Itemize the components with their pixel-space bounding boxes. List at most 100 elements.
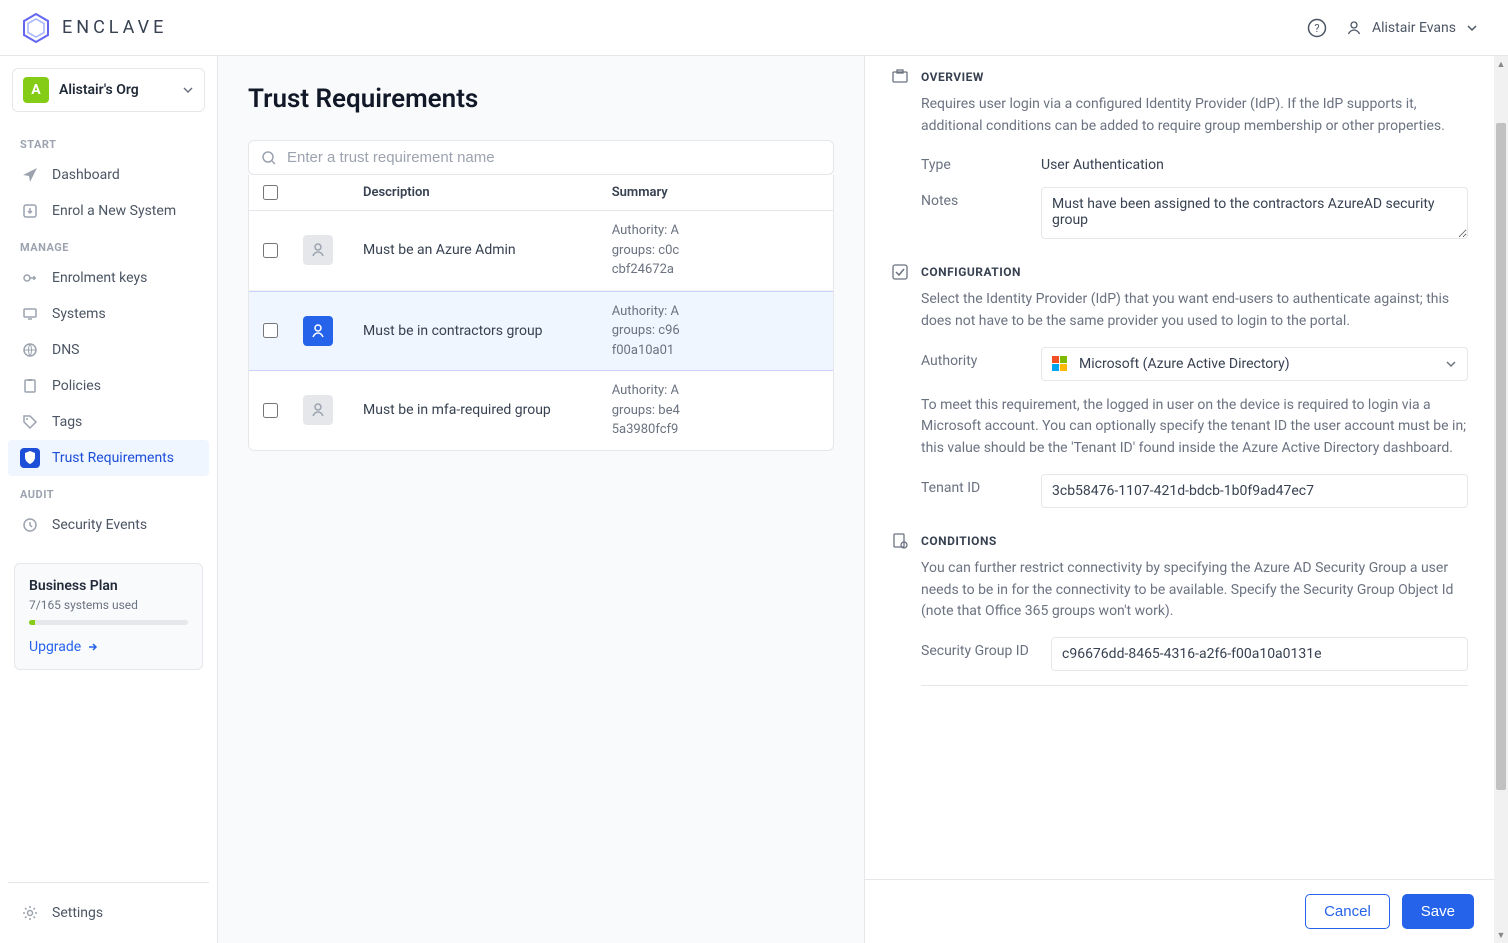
plan-sub: 7/165 systems used [29,598,188,612]
config-help: To meet this requirement, the logged in … [921,395,1468,460]
user-name: Alistair Evans [1372,20,1456,36]
row-checkbox[interactable] [263,403,278,418]
sidebar-item-label: Tags [52,414,82,430]
plan-card: Business Plan 7/165 systems used Upgrade [14,563,203,670]
user-icon [303,395,333,425]
sidebar-item-dns[interactable]: DNS [8,332,209,368]
search-input[interactable] [287,149,821,166]
shield-check-icon [20,448,40,468]
sidebar-item-label: Enrol a New System [52,203,176,219]
column-description: Description [353,185,612,200]
cancel-button[interactable]: Cancel [1305,894,1390,929]
svg-text:?: ? [1314,22,1319,35]
section-manage: MANAGE [8,229,209,260]
sidebar-item-enrol[interactable]: Enrol a New System [8,193,209,229]
scroll-up-icon[interactable]: ▲ [1494,56,1508,72]
configuration-icon [891,263,909,281]
security-group-input[interactable] [1051,637,1468,671]
sidebar-item-systems[interactable]: Systems [8,296,209,332]
section-title: CONFIGURATION [921,265,1021,279]
notes-label: Notes [921,187,1041,209]
section-start: START [8,126,209,157]
scroll-down-icon[interactable]: ▼ [1494,927,1508,943]
section-audit: AUDIT [8,476,209,507]
org-name: Alistair's Org [59,82,139,98]
row-description: Must be an Azure Admin [353,242,612,258]
sidebar-item-security-events[interactable]: Security Events [8,507,209,543]
type-value: User Authentication [1041,151,1468,173]
config-desc: Select the Identity Provider (IdP) that … [921,289,1468,332]
detail-pane: OVERVIEW Requires user login via a confi… [864,56,1494,943]
authority-select[interactable]: Microsoft (Azure Active Directory) [1041,347,1468,381]
sidebar-item-label: Security Events [52,517,147,533]
plan-title: Business Plan [29,578,188,594]
chevron-down-icon [1445,358,1457,370]
globe-icon [20,340,40,360]
user-icon [303,316,333,346]
key-icon [20,268,40,288]
row-summary: Authority: A groups: c0c cbf24672a [612,221,819,280]
sidebar-item-label: Enrolment keys [52,270,147,286]
section-title: OVERVIEW [921,70,984,84]
sidebar-item-dashboard[interactable]: Dashboard [8,157,209,193]
logo[interactable]: ENCLAVE [20,12,167,44]
requirements-table: Description Summary Must be an Azure Adm… [248,175,834,451]
scrollbar[interactable]: ▲ ▼ [1494,56,1508,943]
row-summary: Authority: A groups: c96 f00a10a01 [612,302,819,361]
row-description: Must be in mfa-required group [353,402,612,418]
brand-text: ENCLAVE [62,17,167,38]
tag-icon [20,412,40,432]
divider [921,685,1468,686]
upgrade-label: Upgrade [29,639,81,655]
org-switcher[interactable]: A Alistair's Org [12,68,205,112]
user-icon [303,235,333,265]
search-box[interactable] [248,140,834,175]
sidebar-item-trust-requirements[interactable]: Trust Requirements [8,440,209,476]
logo-icon [20,12,52,44]
table-row[interactable]: Must be an Azure Admin Authority: A grou… [249,211,833,291]
column-summary: Summary [612,185,819,200]
select-all-checkbox[interactable] [263,185,278,200]
security-group-label: Security Group ID [921,637,1051,659]
authority-label: Authority [921,347,1041,369]
arrow-right-icon [87,641,99,653]
clock-icon [20,515,40,535]
gear-icon [20,903,40,923]
table-row[interactable]: Must be in mfa-required group Authority:… [249,371,833,450]
row-summary: Authority: A groups: be4 5a3980fcf9 [612,381,819,440]
authority-value: Microsoft (Azure Active Directory) [1079,356,1290,372]
plan-progress [29,620,188,625]
notes-textarea[interactable] [1041,187,1468,239]
table-row[interactable]: Must be in contractors group Authority: … [249,291,833,372]
sidebar-item-tags[interactable]: Tags [8,404,209,440]
user-menu[interactable]: Alistair Evans [1346,20,1488,36]
help-button[interactable]: ? [1306,17,1328,39]
sidebar-item-settings[interactable]: Settings [8,895,209,931]
overview-icon [891,68,909,86]
download-icon [20,201,40,221]
row-checkbox[interactable] [263,323,278,338]
clipboard-icon [20,376,40,396]
tenant-id-input[interactable] [1041,474,1468,508]
sidebar-item-label: Settings [52,905,103,921]
chevron-down-icon [182,84,194,96]
overview-desc: Requires user login via a configured Ide… [921,94,1468,137]
sidebar-item-label: Systems [52,306,106,322]
scroll-thumb[interactable] [1494,72,1508,927]
user-icon [1346,20,1362,36]
sidebar-item-label: Policies [52,378,101,394]
sidebar-item-policies[interactable]: Policies [8,368,209,404]
conditions-desc: You can further restrict connectivity by… [921,558,1468,623]
help-icon: ? [1307,18,1327,38]
org-badge: A [23,77,49,103]
section-title: CONDITIONS [921,534,997,548]
sidebar-item-enrolment-keys[interactable]: Enrolment keys [8,260,209,296]
tenant-label: Tenant ID [921,474,1041,496]
chevron-down-icon [1466,22,1478,34]
microsoft-icon [1052,356,1067,371]
type-label: Type [921,151,1041,173]
upgrade-link[interactable]: Upgrade [29,639,99,655]
save-button[interactable]: Save [1402,894,1474,929]
monitor-icon [20,304,40,324]
row-checkbox[interactable] [263,243,278,258]
